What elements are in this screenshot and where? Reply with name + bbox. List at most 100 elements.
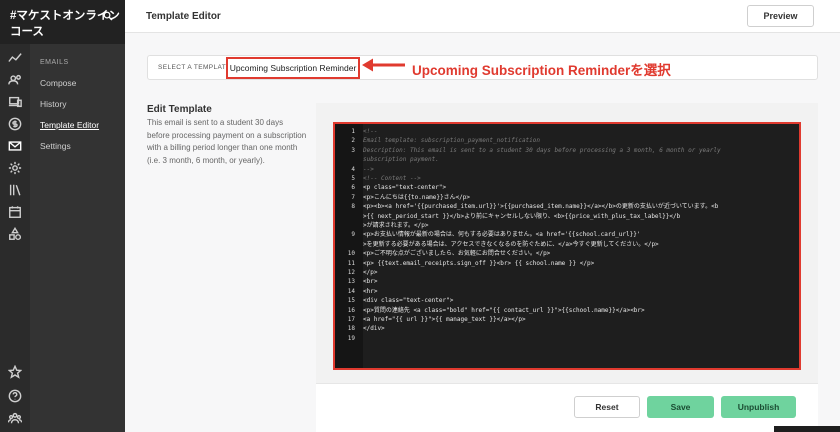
code-text: >{{ next_period_start }}</b>より前にキャンセルしない…	[363, 212, 681, 220]
code-text: <!--	[363, 128, 378, 135]
code-line[interactable]: 13 <br>	[335, 277, 799, 286]
select-template-label: SELECT A TEMPLATE	[158, 64, 231, 71]
code-text: Description: This email is sent to a stu…	[363, 146, 721, 154]
code-text: subscription payment.	[363, 156, 439, 164]
mail-icon[interactable]	[7, 138, 23, 154]
code-line[interactable]: 1 <!--	[335, 127, 799, 136]
library-icon[interactable]	[7, 182, 23, 198]
sidebar-item-history[interactable]: History	[40, 99, 66, 109]
code-line[interactable]: >が請求されます。</p>	[335, 221, 799, 230]
code-line[interactable]: 5 <!-- Content -->	[335, 174, 799, 183]
code-line[interactable]: 15 <div class="text-center">	[335, 296, 799, 305]
code-text: </div>	[363, 325, 385, 333]
code-text: <a href="{{ url }}">{{ manage_text }}</a…	[363, 316, 526, 323]
code-line[interactable]: subscription payment.	[335, 155, 799, 164]
users-icon[interactable]	[7, 72, 23, 88]
page-title: Template Editor	[146, 11, 221, 22]
shapes-icon[interactable]	[7, 226, 23, 242]
code-line[interactable]: 4 -->	[335, 165, 799, 174]
code-text: <p><b><a href='{{purchased_item.url}}'>{…	[363, 203, 719, 211]
line-number: 14	[347, 287, 355, 295]
code-text: <!-- Content -->	[363, 175, 421, 182]
line-number: 13	[347, 278, 355, 286]
code-line[interactable]: 12 </p>	[335, 268, 799, 277]
line-number: 19	[347, 334, 355, 342]
code-text: <p>こんにちは{{to.name}}さん</p>	[363, 193, 471, 201]
code-line[interactable]: 16 <p>質問の連絡先 <a class="bold" href="{{ co…	[335, 306, 799, 315]
line-number: 18	[347, 325, 355, 333]
code-line[interactable]: 2 Email template: subscription_payment_no…	[335, 136, 799, 145]
icon-rail	[0, 0, 30, 432]
calendar-icon[interactable]	[7, 204, 23, 220]
save-button[interactable]: Save	[647, 396, 714, 418]
brand-name-line2: コース	[10, 26, 44, 38]
code-line[interactable]: 8 <p><b><a href='{{purchased_item.url}}'…	[335, 202, 799, 211]
code-text: <p>お支払い情報が最新の場合は、何もする必要はありません。<a href='{…	[363, 231, 641, 239]
line-number: 8	[351, 203, 355, 211]
search-icon[interactable]	[103, 10, 113, 26]
code-line[interactable]: 3 Description: This email is sent to a st…	[335, 146, 799, 155]
code-text: >が請求されます。</p>	[363, 222, 429, 229]
code-line[interactable]: >{{ next_period_start }}</b>より前にキャンセルしない…	[335, 212, 799, 221]
line-number: 2	[351, 137, 355, 145]
line-number: 15	[347, 297, 355, 305]
line-number: 3	[351, 146, 355, 154]
sidebar-item-template-editor[interactable]: Template Editor	[40, 120, 99, 130]
code-text: </p>	[363, 269, 378, 276]
sidebar-item-compose[interactable]: Compose	[40, 78, 76, 88]
code-line[interactable]: 9 <p>お支払い情報が最新の場合は、何もする必要はありません。<a href=…	[335, 230, 799, 239]
line-number: 1	[351, 128, 355, 135]
code-text: <hr>	[363, 287, 378, 295]
community-icon[interactable]	[7, 410, 23, 426]
code-line[interactable]: 11 <p> {{text.email_receipts.sign_off }}…	[335, 259, 799, 268]
help-icon[interactable]	[7, 388, 23, 404]
code-line[interactable]: 10 <p>ご不明な点がございましたら、お気軽にお問合せください。</p>	[335, 249, 799, 258]
code-line[interactable]: 7 <p>こんにちは{{to.name}}さん</p>	[335, 193, 799, 202]
code-text: >を更新する必要がある場合は、アクセスできなくなるのを防ぐために、</a>今すぐ…	[363, 240, 659, 248]
edit-template-heading: Edit Template	[147, 104, 212, 115]
annotation-callout: Upcoming Subscription Reminderを選択	[412, 63, 671, 78]
line-number: 12	[347, 269, 355, 276]
secondary-sidebar: EMAILS Compose History Template Editor S…	[30, 0, 125, 432]
line-number: 9	[351, 231, 355, 239]
dollar-icon[interactable]	[7, 116, 23, 132]
line-number: 17	[347, 316, 355, 323]
corner-strip	[774, 426, 840, 432]
top-header: Template Editor Preview	[125, 0, 840, 33]
chart-icon[interactable]	[7, 50, 23, 66]
unpublish-button[interactable]: Unpublish	[721, 396, 796, 418]
reset-button[interactable]: Reset	[574, 396, 640, 418]
code-text: <p>質問の連絡先 <a class="bold" href="{{ conta…	[363, 306, 645, 314]
star-icon[interactable]	[7, 364, 23, 380]
preview-button[interactable]: Preview	[747, 5, 814, 27]
edit-template-description: This email is sent to a student 30 days …	[147, 118, 307, 165]
code-text: <div class="text-center">	[363, 297, 454, 305]
code-line[interactable]: 6 <p class="text-center">	[335, 183, 799, 192]
sidebar-section-label: EMAILS	[40, 59, 69, 66]
code-editor[interactable]: 1 <!-- 2 Email template: subscription_payme…	[333, 122, 801, 370]
code-line[interactable]: 14 <hr>	[335, 287, 799, 296]
line-number: 7	[351, 193, 355, 201]
line-number: 10	[347, 250, 355, 258]
line-number: 16	[347, 306, 355, 314]
line-number: 11	[347, 259, 355, 267]
code-line[interactable]: >を更新する必要がある場合は、アクセスできなくなるのを防ぐために、</a>今すぐ…	[335, 240, 799, 249]
template-select[interactable]: Upcoming Subscription Reminder	[226, 57, 360, 79]
code-text: <br>	[363, 278, 378, 286]
line-number: 5	[351, 175, 355, 182]
line-number: 4	[351, 165, 355, 173]
code-line[interactable]: 17 <a href="{{ url }}">{{ manage_text }}…	[335, 315, 799, 324]
line-number: 6	[351, 184, 355, 192]
code-text: <p class="text-center">	[363, 184, 447, 192]
brand-title[interactable]: #マケストオンライン コース	[0, 0, 125, 44]
annotation-arrow-icon	[362, 58, 405, 72]
sidebar-item-settings[interactable]: Settings	[40, 141, 71, 151]
code-line[interactable]: 19	[335, 334, 799, 343]
code-text: -->	[363, 165, 374, 173]
app-window: EMAILS Compose History Template Editor S…	[0, 0, 840, 432]
code-text: <p>ご不明な点がございましたら、お気軽にお問合せください。</p>	[363, 250, 551, 258]
settings-icon[interactable]	[7, 160, 23, 176]
code-text: <p> {{text.email_receipts.sign_off }}<br…	[363, 259, 595, 267]
code-line[interactable]: 18 </div>	[335, 324, 799, 333]
devices-icon[interactable]	[7, 94, 23, 110]
